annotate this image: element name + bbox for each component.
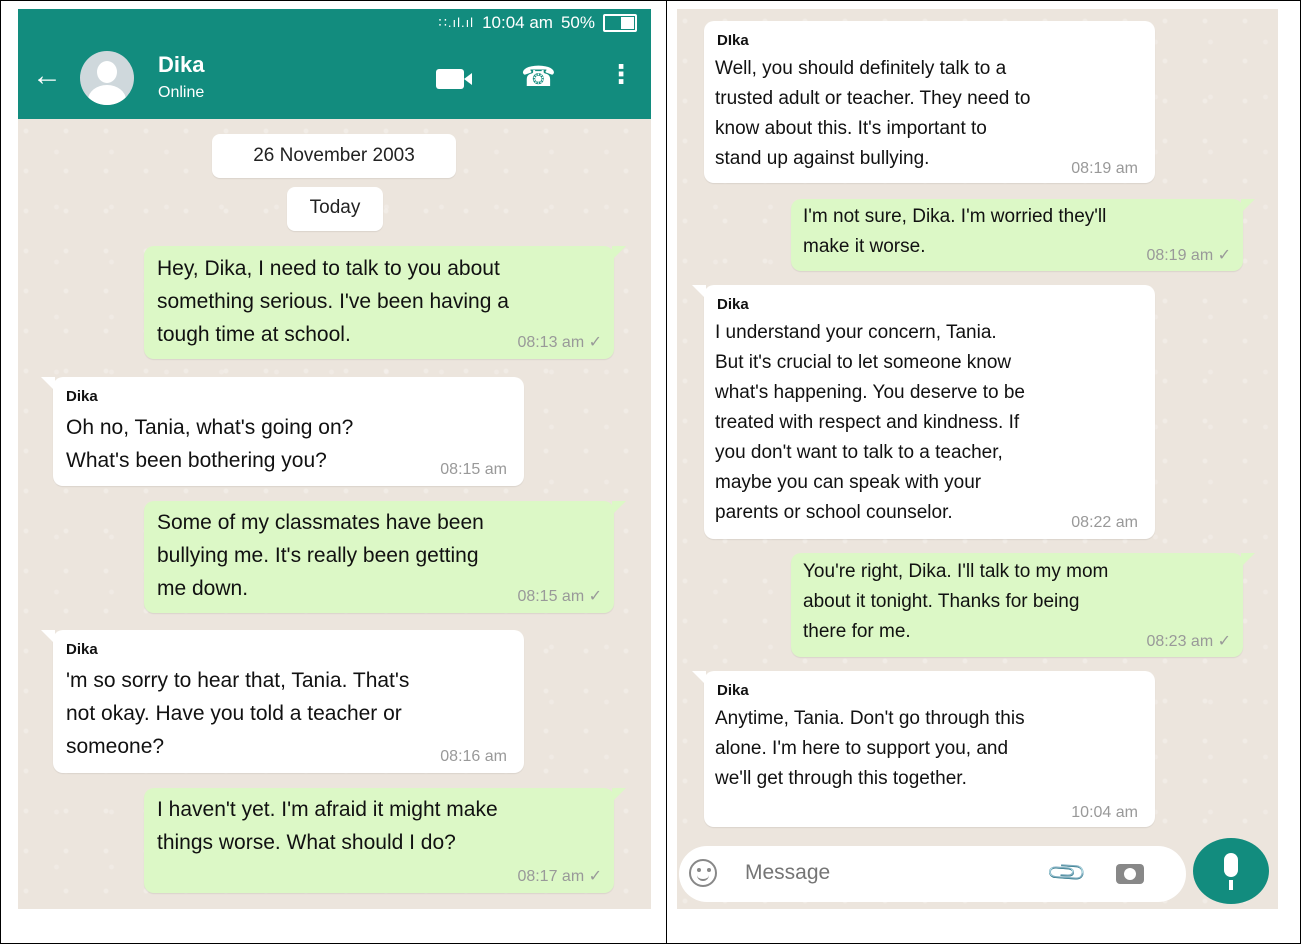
message-text: Some of my classmates have been bullying… <box>157 511 484 600</box>
contact-status: Online <box>158 84 205 101</box>
message-sender: DIka <box>717 32 749 49</box>
message-composer: 📎 <box>679 846 1186 902</box>
contact-name[interactable]: Dika <box>158 52 204 78</box>
message-time: 08:13 am ✓ <box>517 334 602 351</box>
date-separator: 26 November 2003 <box>212 134 456 178</box>
message-bubble-incoming[interactable]: Dika Anytime, Tania. Don't go through th… <box>692 671 1155 827</box>
avatar[interactable] <box>80 51 134 105</box>
message-time: 08:19 am ✓ <box>1146 247 1231 264</box>
status-bar: ∷.ıl.ıl 10:04 am 50% <box>18 9 651 37</box>
message-time: 08:22 am <box>1071 514 1138 531</box>
message-sender: Dika <box>66 641 98 658</box>
message-bubble-outgoing[interactable]: You're right, Dika. I'll talk to my mom … <box>791 553 1255 657</box>
message-text: I understand your concern, Tania. But it… <box>715 322 1025 523</box>
today-separator: Today <box>287 187 383 231</box>
signal-icon: ∷.ıl.ıl <box>438 15 475 30</box>
message-time: 08:16 am <box>440 748 507 765</box>
video-call-icon[interactable] <box>436 69 472 89</box>
message-text: Hey, Dika, I need to talk to you about s… <box>157 257 509 346</box>
message-bubble-incoming[interactable]: Dika Oh no, Tania, what's going on? What… <box>41 377 524 486</box>
message-bubble-incoming[interactable]: DIka Well, you should definitely talk to… <box>704 21 1155 183</box>
message-bubble-incoming[interactable]: Dika 'm so sorry to hear that, Tania. Th… <box>41 630 524 773</box>
message-text: Well, you should definitely talk to a tr… <box>715 58 1031 169</box>
message-sender: Dika <box>717 296 749 313</box>
message-text: 'm so sorry to hear that, Tania. That's … <box>66 669 410 758</box>
back-arrow-icon[interactable]: ← <box>32 61 62 91</box>
message-text: I'm not sure, Dika. I'm worried they'll … <box>803 206 1107 257</box>
message-time: 08:15 am ✓ <box>517 588 602 605</box>
message-input[interactable] <box>743 860 1007 886</box>
emoji-icon[interactable] <box>689 859 717 887</box>
battery-percent: 50% <box>560 13 595 32</box>
battery-icon <box>603 14 637 32</box>
message-bubble-outgoing[interactable]: I'm not sure, Dika. I'm worried they'll … <box>791 199 1255 271</box>
camera-icon[interactable] <box>1116 864 1144 884</box>
message-time: 08:15 am <box>440 461 507 478</box>
message-bubble-outgoing[interactable]: Some of my classmates have been bullying… <box>144 501 626 613</box>
phone-call-icon[interactable]: ☎ <box>521 60 556 93</box>
message-bubble-outgoing[interactable]: I haven't yet. I'm afraid it might make … <box>144 788 626 893</box>
chat-header: ← Dika Online ☎ ⋮ <box>18 37 651 119</box>
message-sender: Dika <box>717 682 749 699</box>
message-text: Anytime, Tania. Don't go through this al… <box>715 708 1025 789</box>
microphone-button[interactable] <box>1193 838 1269 904</box>
attachment-icon[interactable]: 📎 <box>1045 850 1090 895</box>
message-text: You're right, Dika. I'll talk to my mom … <box>803 561 1109 642</box>
message-sender: Dika <box>66 388 98 405</box>
message-text: Oh no, Tania, what's going on? What's be… <box>66 416 354 472</box>
right-screenshot-panel: DIka Well, you should definitely talk to… <box>666 0 1301 944</box>
message-time: 10:04 am <box>1071 804 1138 821</box>
message-bubble-incoming[interactable]: Dika I understand your concern, Tania. B… <box>692 285 1155 539</box>
message-time: 08:23 am ✓ <box>1146 633 1231 650</box>
message-bubble-outgoing[interactable]: Hey, Dika, I need to talk to you about s… <box>144 246 626 359</box>
left-screenshot-panel: ∷.ıl.ıl 10:04 am 50% ← Dika Online ☎ ⋮ 2… <box>0 0 667 944</box>
message-time: 08:17 am ✓ <box>517 868 602 885</box>
message-text: I haven't yet. I'm afraid it might make … <box>157 798 498 854</box>
message-time: 08:19 am <box>1071 160 1138 177</box>
more-options-icon[interactable]: ⋮ <box>608 59 634 90</box>
status-time: 10:04 am <box>482 13 553 32</box>
